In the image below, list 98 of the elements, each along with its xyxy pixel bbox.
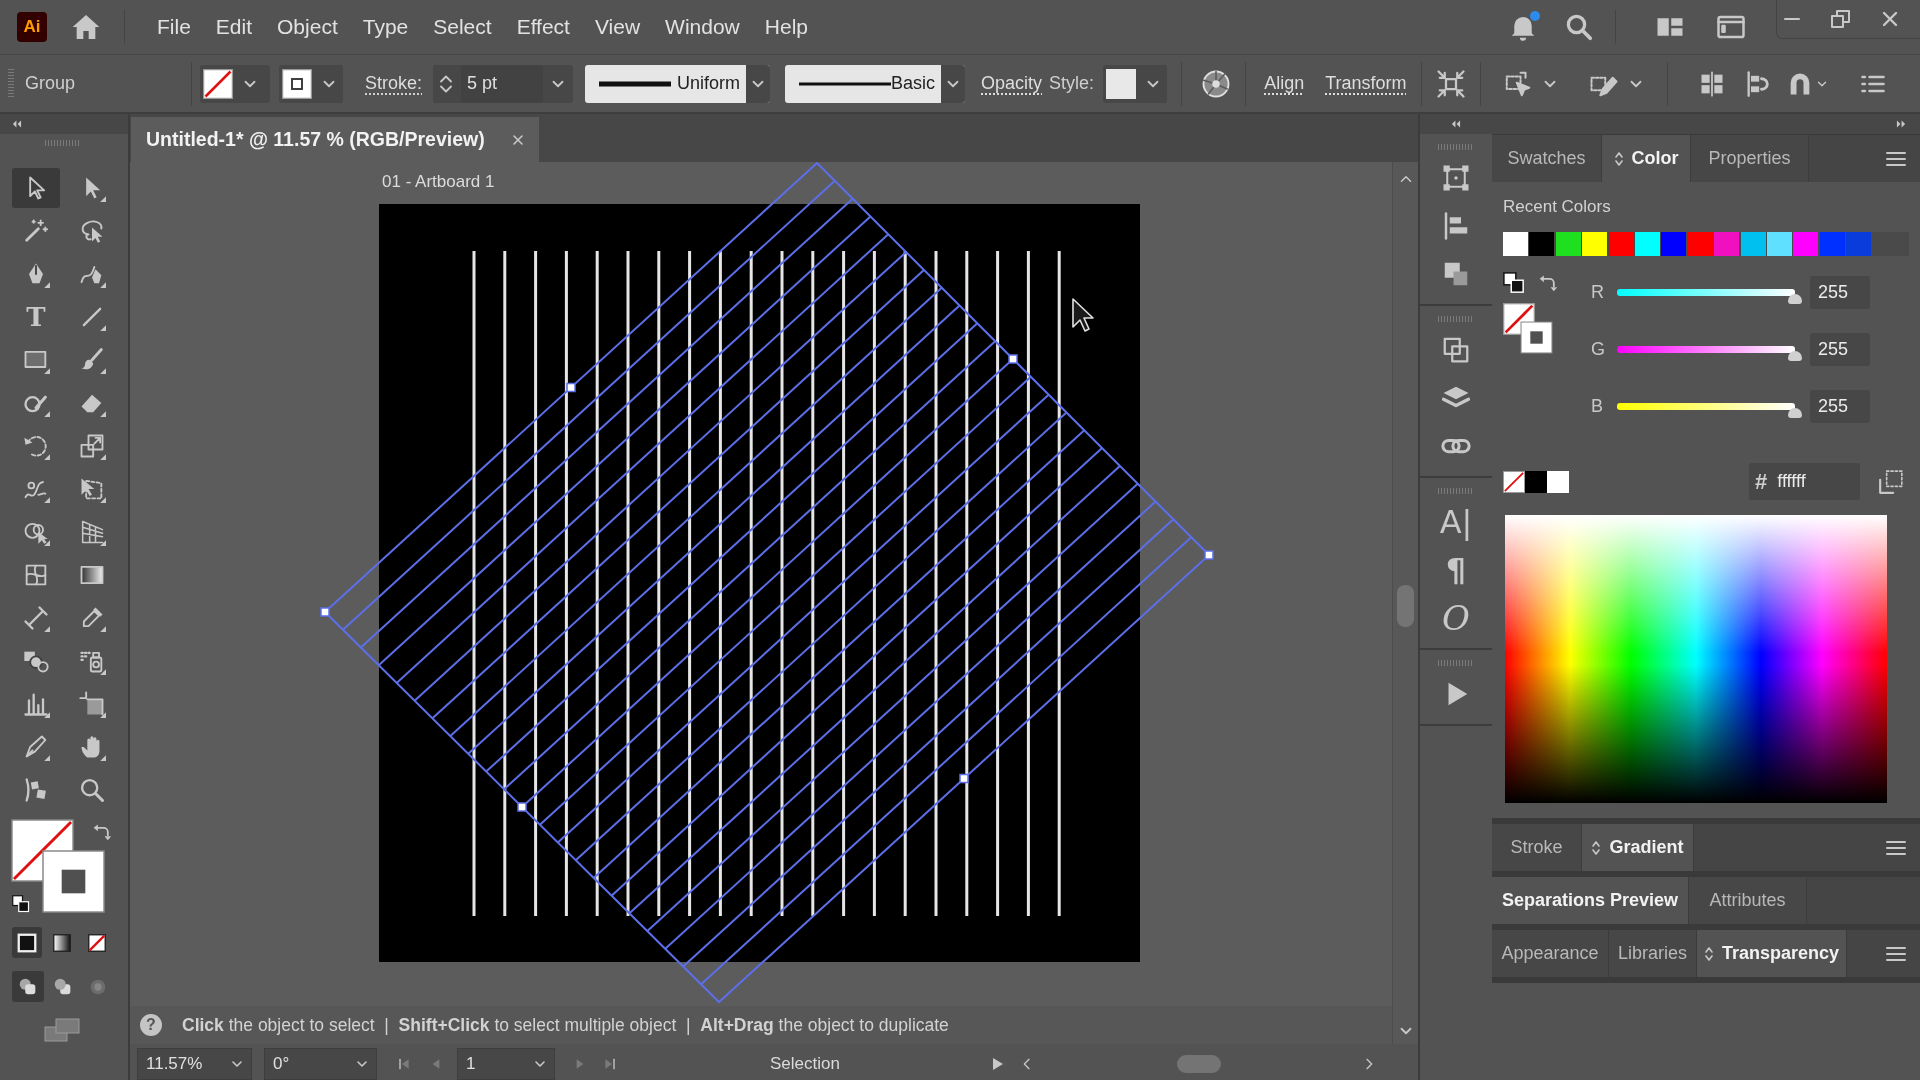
swap-arrow-icon[interactable]	[92, 822, 112, 842]
selection-type-label: Group	[25, 73, 76, 94]
menu-item[interactable]: Help	[764, 15, 808, 39]
crop-corner-icon	[78, 690, 106, 718]
color-swatch[interactable]	[1819, 232, 1845, 256]
artboard-number-dropdown[interactable]: 1	[457, 1048, 555, 1080]
stroke-swatch-icon[interactable]	[282, 68, 313, 99]
help-button[interactable]: ?	[140, 1014, 162, 1036]
status-hint: Click the object to select | Shift+Click to select multiple object | Alt+Drag the object to duplicate	[182, 1014, 949, 1036]
transform-link[interactable]: Transform	[1325, 73, 1407, 94]
draw-normal-button[interactable]	[12, 971, 44, 1002]
gradient-square-icon	[51, 931, 73, 954]
profile-dropdown[interactable]: Uniform	[585, 64, 771, 103]
style-label: Style:	[1049, 73, 1095, 94]
opentype-panel-button[interactable]: O	[1442, 601, 1470, 635]
panel-tab[interactable]: Separations Preview	[1492, 877, 1689, 924]
swap-arrow-icon[interactable]	[1538, 273, 1558, 293]
brush-dropdown[interactable]: Basic	[785, 64, 966, 103]
panel-tab[interactable]: Color	[1602, 135, 1691, 182]
tool-button[interactable]	[12, 168, 60, 208]
rotation-dropdown[interactable]: 0°	[264, 1048, 377, 1080]
align-link[interactable]: Align	[1264, 73, 1305, 94]
menu-item[interactable]: Effect	[516, 15, 570, 39]
slider-thumb[interactable]	[1788, 408, 1802, 418]
color-mode-button[interactable]	[12, 927, 42, 958]
color-swatch[interactable]	[1503, 232, 1528, 256]
menu-item[interactable]: Type	[362, 15, 409, 39]
color-swatch[interactable]	[1687, 232, 1713, 256]
channel-label: B	[1591, 396, 1604, 417]
copy-icon[interactable]	[1878, 468, 1904, 495]
menu-item[interactable]: View	[594, 15, 641, 39]
color-swatch[interactable]	[1555, 232, 1581, 256]
menu-item[interactable]: Window	[665, 15, 740, 39]
menu-item[interactable]: Object	[277, 15, 338, 39]
solid-square-icon	[16, 931, 38, 954]
up-down-arrows-icon[interactable]	[1703, 945, 1714, 962]
default-colors-icon[interactable]	[1503, 272, 1525, 294]
none-swatch-icon[interactable]	[1503, 470, 1525, 493]
color-swatch[interactable]	[1793, 232, 1819, 256]
slider-thumb[interactable]	[1788, 294, 1802, 304]
artboard-label: 01 - Artboard 1	[382, 172, 495, 192]
restore-icon[interactable]	[1829, 7, 1853, 31]
menu-item[interactable]: Edit	[215, 15, 253, 39]
diagonal-line-group[interactable]	[320, 162, 1214, 1004]
paragraph-panel-button[interactable]: ¶	[1445, 554, 1467, 586]
stroke-swatch-icon[interactable]	[42, 850, 105, 913]
color-wheel-icon[interactable]	[1201, 68, 1232, 99]
color-swatch[interactable]	[1582, 232, 1608, 256]
channel-label: R	[1591, 282, 1605, 303]
menu-item[interactable]: File	[157, 15, 191, 39]
color-swatch[interactable]	[1714, 232, 1740, 256]
slider-thumb[interactable]	[1788, 351, 1802, 361]
section-label: Recent Colors	[1503, 197, 1612, 217]
inward-arrows-icon[interactable]	[1435, 68, 1466, 99]
up-down-arrows-icon[interactable]	[1613, 150, 1624, 167]
up-down-arrows-icon[interactable]	[1591, 839, 1602, 856]
color-swatch[interactable]	[1634, 232, 1660, 256]
value-field[interactable]: 255	[1810, 333, 1870, 366]
current-tool-label[interactable]: Selection	[770, 1054, 840, 1074]
hex-field[interactable]: # ffffff	[1749, 463, 1860, 500]
no-fill-swatch-icon[interactable]	[203, 68, 234, 99]
swatch-icon[interactable]	[1525, 470, 1547, 493]
document-tab[interactable]: Untitled-1* @ 11.57 % (RGB/Preview)	[131, 117, 539, 162]
none-square-icon	[86, 931, 108, 954]
menu-item[interactable]: Select	[433, 15, 492, 39]
zoom-icon	[78, 776, 106, 804]
value-field[interactable]: 255	[1810, 276, 1870, 309]
default-colors-icon[interactable]	[12, 895, 30, 913]
app-logo[interactable]: Ai	[17, 12, 47, 42]
scrollbar-thumb[interactable]	[1176, 1055, 1221, 1073]
two-squares-icon[interactable]	[1441, 335, 1471, 365]
panel-tab[interactable]: Transparency	[1697, 930, 1847, 977]
mouse-pointer-icon	[1072, 298, 1094, 332]
color-swatch[interactable]	[1846, 232, 1872, 256]
color-spectrum[interactable]	[1505, 515, 1887, 803]
zoom-dropdown[interactable]: 11.57%	[137, 1048, 252, 1080]
first-artboard-icon[interactable]	[396, 1056, 412, 1072]
color-swatch[interactable]	[1740, 232, 1766, 256]
artboards-icon[interactable]	[1441, 163, 1471, 193]
scrollbar-thumb[interactable]	[1397, 585, 1414, 627]
stroke-swatch-icon[interactable]	[1520, 321, 1553, 354]
stroke-weight-field[interactable]: 5 pt	[433, 64, 574, 103]
search-icon[interactable]	[1564, 12, 1594, 42]
stroke-link[interactable]: Stroke:	[365, 73, 423, 94]
panel-tab[interactable]: Gradient	[1582, 824, 1694, 871]
graphic-style-swatch[interactable]	[1106, 68, 1137, 99]
color-swatch[interactable]	[1608, 232, 1634, 256]
magic-wand-icon	[22, 217, 50, 245]
value-field[interactable]: 255	[1810, 390, 1870, 423]
scale-icon	[78, 432, 106, 460]
color-swatch[interactable]	[1766, 232, 1792, 256]
swatch-icon[interactable]	[1547, 470, 1569, 493]
opacity-link[interactable]: Opacity	[981, 73, 1043, 94]
last-artboard-icon[interactable]	[602, 1056, 618, 1072]
color-swatch[interactable]	[1529, 232, 1555, 256]
width-arrows-icon	[22, 604, 50, 632]
channel-label: G	[1591, 339, 1606, 360]
color-swatch[interactable]	[1661, 232, 1687, 256]
